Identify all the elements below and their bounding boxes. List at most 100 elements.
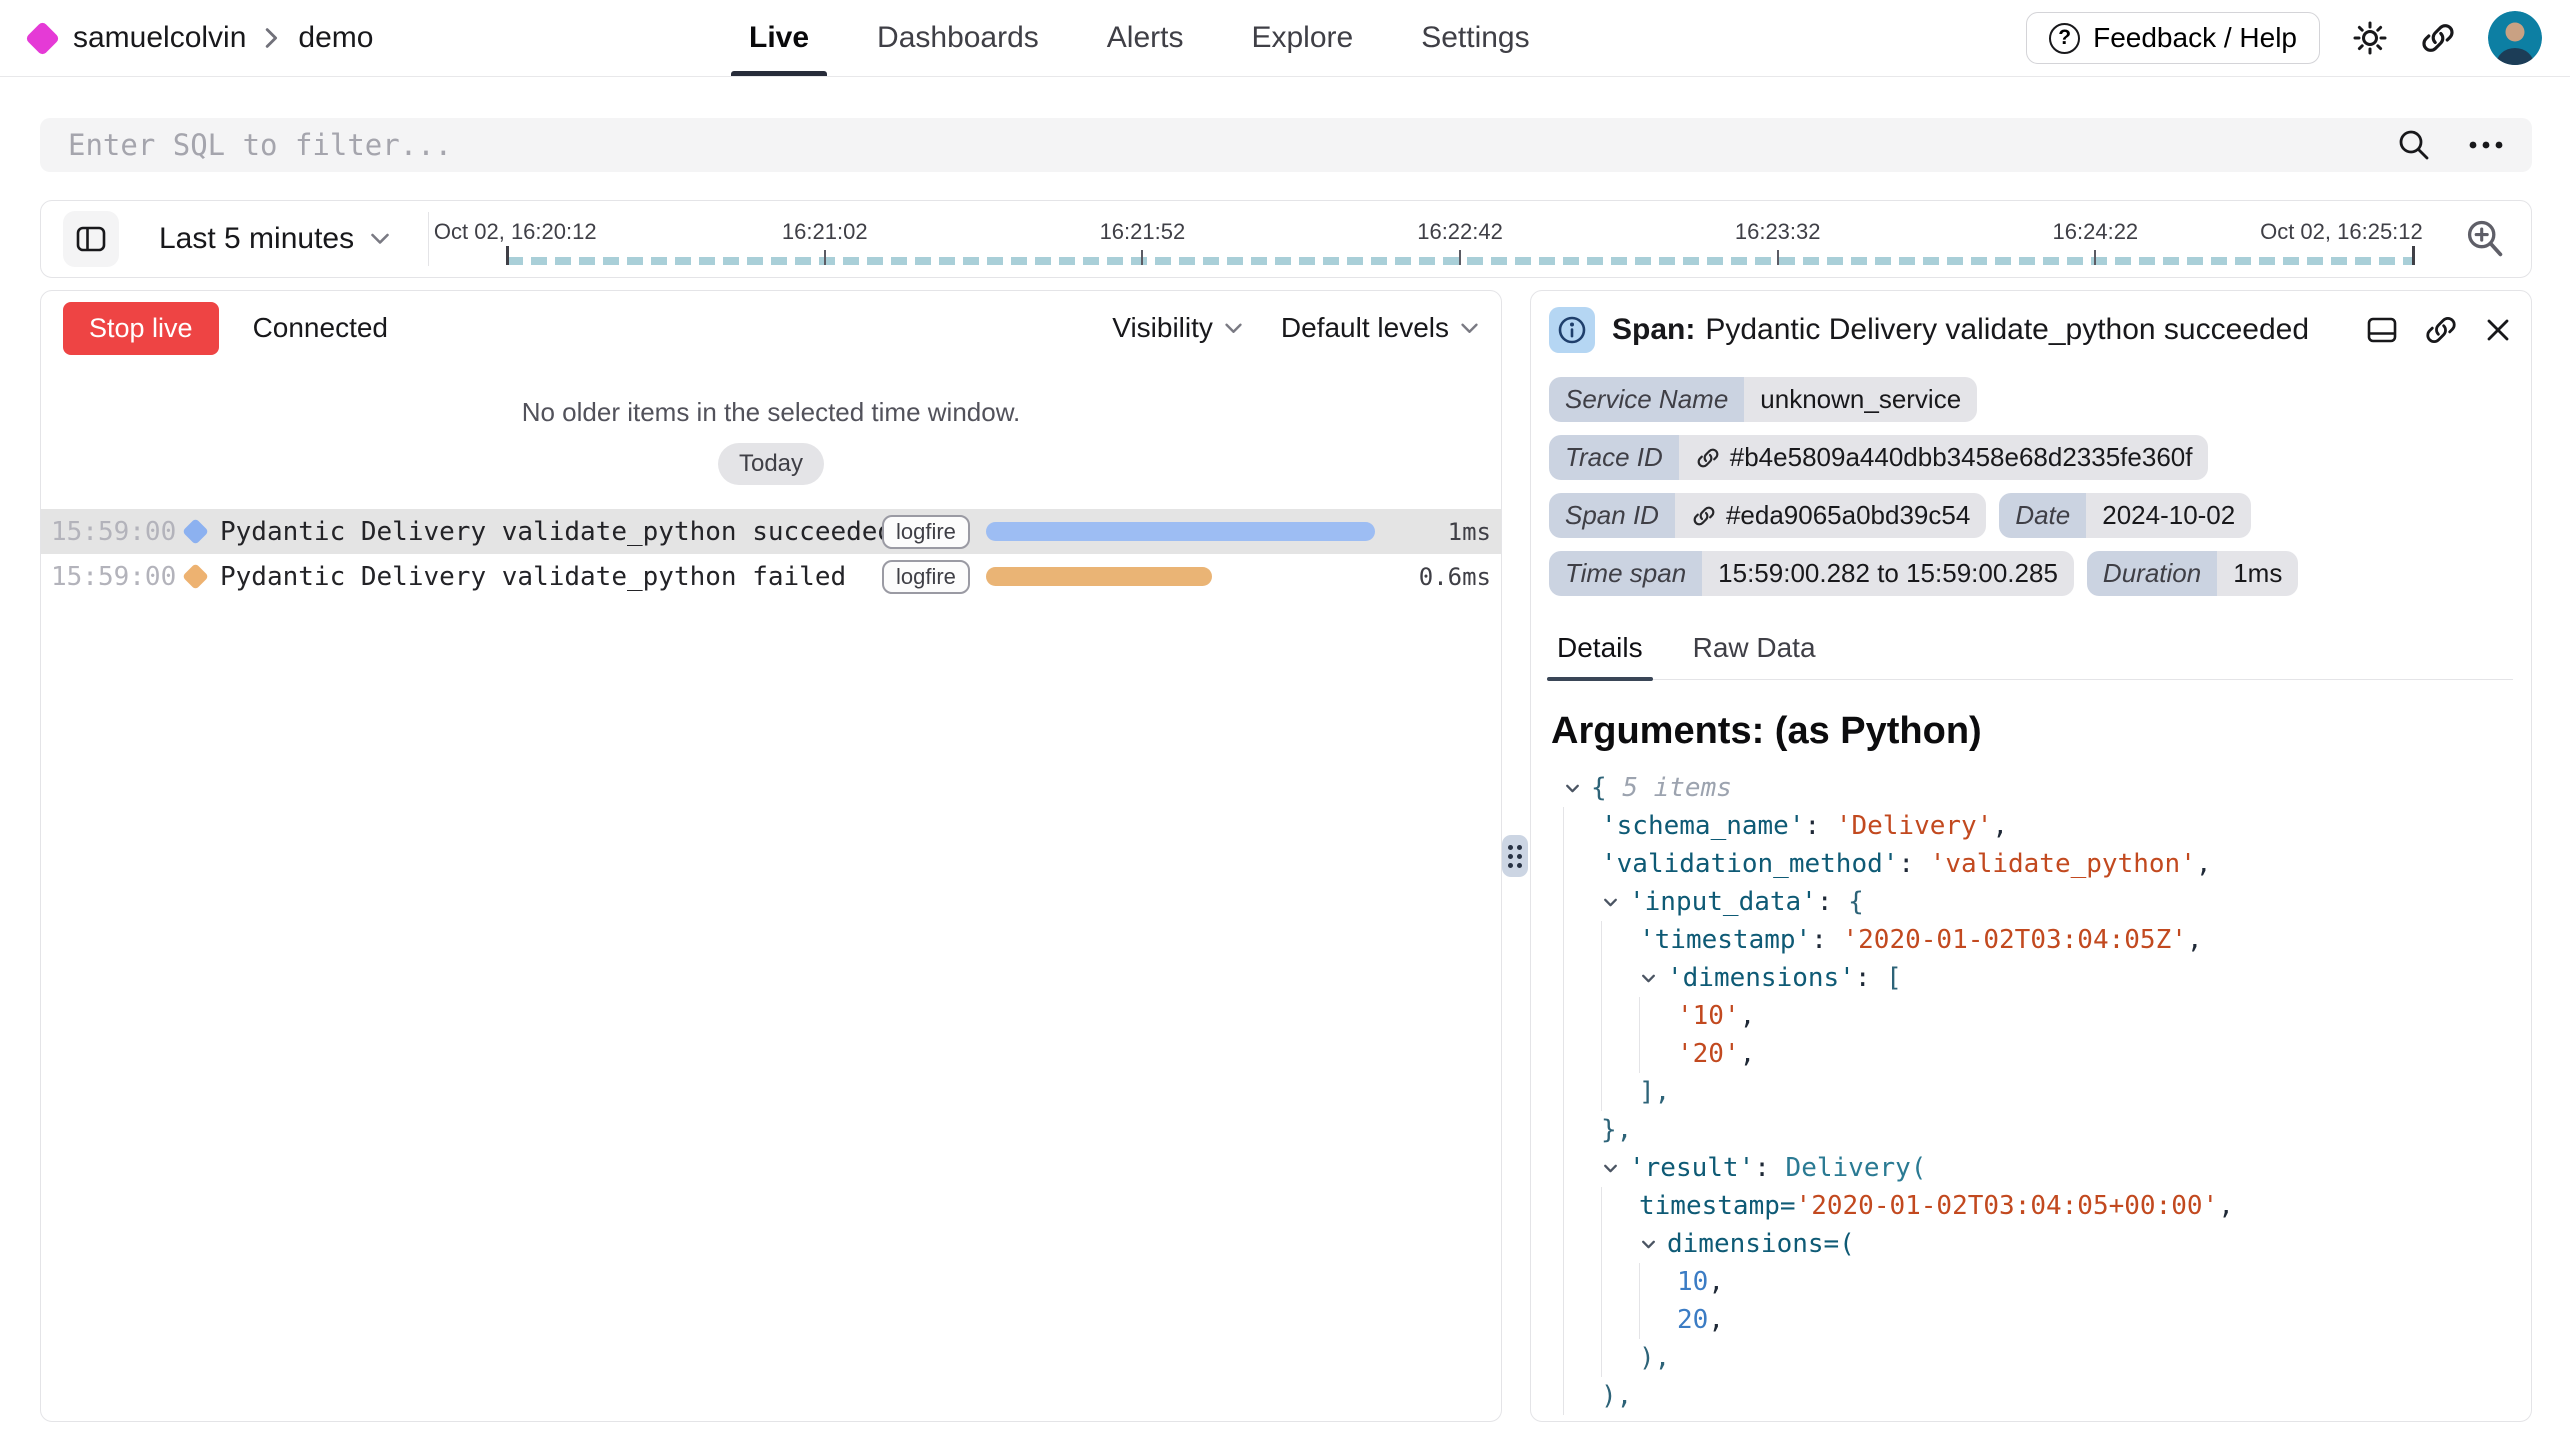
nav-explore[interactable]: Explore: [1217, 0, 1387, 76]
span-detail-panel: Span:Pydantic Delivery validate_python s…: [1530, 290, 2532, 1422]
indent-guide: [1601, 1301, 1639, 1339]
scope-tag: logfire: [882, 560, 970, 594]
log-row[interactable]: 15:59:00 Pydantic Delivery validate_pytho…: [41, 554, 1501, 599]
close-panel-button[interactable]: [2483, 315, 2513, 345]
sidebar-toggle-button[interactable]: [63, 211, 119, 267]
indent-guide: [1563, 921, 1601, 959]
nav-dashboards[interactable]: Dashboards: [843, 0, 1073, 76]
org-name[interactable]: samuelcolvin: [73, 21, 246, 55]
arguments-heading: Arguments: (as Python): [1551, 710, 2513, 753]
json-line: ],: [1549, 1073, 2513, 1111]
json-segment: ,: [1708, 1301, 1724, 1339]
json-line: 'input_data': {: [1549, 883, 2513, 921]
time-range-label: Last 5 minutes: [159, 222, 354, 256]
nav-settings[interactable]: Settings: [1387, 0, 1563, 76]
json-line: ),: [1549, 1339, 2513, 1377]
indent-guide: [1563, 1187, 1601, 1225]
time-range-selector[interactable]: Last 5 minutes: [159, 222, 390, 256]
nav-live[interactable]: Live: [715, 0, 843, 76]
attribute-badge: Duration1ms: [2087, 551, 2298, 596]
json-segment: 'validate_python': [1930, 845, 2196, 883]
panel-resize-handle[interactable]: [1502, 835, 1528, 877]
attribute-value-text: 2024-10-02: [2102, 500, 2235, 531]
indent-guide: [1563, 1301, 1601, 1339]
live-view-panel: Stop live Connected Visibility Default l…: [40, 290, 1502, 1422]
timeline[interactable]: Oct 02, 16:20:1216:21:0216:21:5216:22:42…: [507, 201, 2413, 277]
log-row[interactable]: 15:59:00 Pydantic Delivery validate_pytho…: [41, 509, 1501, 554]
avatar[interactable]: [2488, 11, 2542, 65]
day-separator-badge: Today: [718, 443, 824, 485]
log-timestamp: 15:59:00: [51, 562, 179, 592]
visibility-dropdown[interactable]: Visibility: [1112, 312, 1243, 344]
nav-alerts[interactable]: Alerts: [1073, 0, 1218, 76]
main-nav: LiveDashboardsAlertsExploreSettings: [715, 0, 1564, 76]
logfire-logo-icon[interactable]: [25, 20, 60, 55]
tab-raw-data[interactable]: Raw Data: [1691, 622, 1818, 679]
indent-guide: [1601, 997, 1639, 1035]
info-icon: [1549, 307, 1595, 353]
collapse-chevron-icon[interactable]: [1563, 769, 1591, 807]
span-label: Span:: [1612, 313, 1695, 346]
json-line: '10',: [1549, 997, 2513, 1035]
json-segment: '10': [1677, 997, 1740, 1035]
empty-window-notice: No older items in the selected time wind…: [41, 397, 1501, 428]
header-actions: ? Feedback / Help: [2026, 0, 2542, 76]
json-segment: 'dimensions': [1667, 959, 1855, 997]
link-icon[interactable]: [1691, 503, 1717, 529]
json-segment: 'timestamp': [1639, 921, 1811, 959]
indent-guide: [1639, 997, 1677, 1035]
collapse-chevron-icon[interactable]: [1601, 883, 1629, 921]
json-segment: 'Delivery': [1836, 807, 1993, 845]
attribute-badge: Trace ID#b4e5809a440dbb3458e68d2335fe360…: [1549, 435, 2208, 480]
timeline-tick-label: 16:23:32: [1735, 219, 1821, 245]
collapse-chevron-icon[interactable]: [1601, 1149, 1629, 1187]
json-segment: :: [1754, 1149, 1785, 1187]
default-levels-label: Default levels: [1281, 312, 1449, 344]
default-levels-dropdown[interactable]: Default levels: [1281, 312, 1479, 344]
json-segment: :: [1805, 807, 1836, 845]
live-view-toolbar: Stop live Connected Visibility Default l…: [41, 291, 1501, 365]
log-timestamp: 15:59:00: [51, 517, 179, 547]
log-message: Pydantic Delivery validate_python succee…: [220, 517, 882, 547]
collapse-chevron-icon[interactable]: [1639, 1225, 1667, 1263]
project-name[interactable]: demo: [298, 21, 373, 55]
zoom-in-button[interactable]: [2463, 217, 2507, 261]
attribute-value-text: #b4e5809a440dbb3458e68d2335fe360f: [1730, 442, 2193, 473]
copy-span-link-button[interactable]: [2424, 313, 2458, 347]
json-segment: 10: [1677, 1263, 1708, 1301]
json-segment: Delivery(: [1786, 1149, 1927, 1187]
breadcrumb: samuelcolvin demo: [30, 0, 373, 76]
json-segment: '2020-01-02T03:04:05+00:00': [1796, 1187, 2219, 1225]
json-segment: 5 items: [1622, 769, 1732, 807]
attribute-value: 1ms: [2217, 551, 2298, 596]
feedback-help-button[interactable]: ? Feedback / Help: [2026, 12, 2320, 64]
more-options-icon[interactable]: [2466, 138, 2506, 152]
collapse-chevron-icon[interactable]: [1639, 959, 1667, 997]
timeline-tick-mark: [824, 250, 826, 265]
json-segment: ,: [1992, 807, 2008, 845]
search-icon[interactable]: [2396, 127, 2432, 163]
json-line: '20',: [1549, 1035, 2513, 1073]
json-segment: {: [1591, 769, 1622, 807]
log-message: Pydantic Delivery validate_python failed: [220, 562, 882, 592]
open-in-card-button[interactable]: [2365, 313, 2399, 347]
json-segment: 'result': [1629, 1149, 1754, 1187]
indent-guide: [1563, 807, 1601, 845]
link-icon[interactable]: [1695, 445, 1721, 471]
timeline-tick-label: 16:21:52: [1100, 219, 1186, 245]
stop-live-button[interactable]: Stop live: [63, 302, 219, 355]
sql-filter-input[interactable]: [66, 127, 2396, 163]
duration-bar: [986, 522, 1375, 541]
json-segment: dimensions=(: [1667, 1225, 1855, 1263]
json-line: { 5 items: [1549, 769, 2513, 807]
attribute-label: Time span: [1549, 551, 1702, 596]
json-line: },: [1549, 1111, 2513, 1149]
breadcrumb-chevron-icon: [264, 26, 280, 50]
share-link-button[interactable]: [2420, 20, 2456, 56]
attribute-value: #b4e5809a440dbb3458e68d2335fe360f: [1679, 435, 2209, 480]
timeline-tick-mark: [1459, 250, 1461, 265]
json-line: 'timestamp': '2020-01-02T03:04:05Z',: [1549, 921, 2513, 959]
theme-toggle-button[interactable]: [2352, 20, 2388, 56]
tab-details[interactable]: Details: [1555, 622, 1645, 679]
json-segment: ],: [1639, 1073, 1670, 1111]
